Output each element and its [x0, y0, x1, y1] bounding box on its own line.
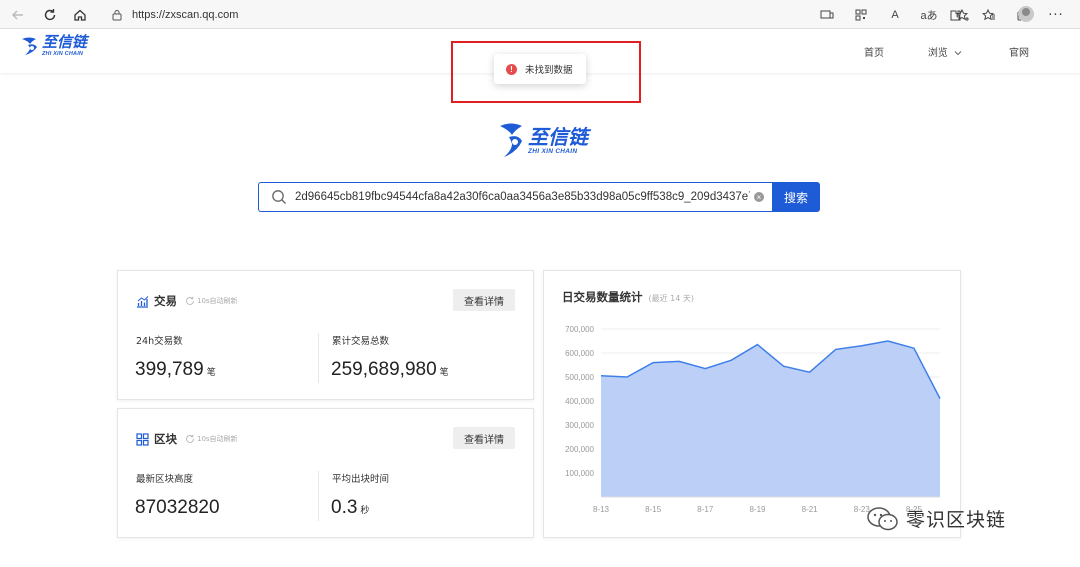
y-tick-label: 100,000: [565, 469, 594, 478]
blocks-card: 区块 10s自动刷新 查看详情 最新区块高度 87032820 平均出块时间 0…: [117, 408, 534, 538]
search-button[interactable]: 搜索: [772, 182, 820, 212]
blocks-grid-icon: [136, 432, 149, 446]
stat-unit: 笔: [206, 368, 216, 378]
x-tick-label: 8-19: [749, 505, 766, 514]
view-details-button[interactable]: 查看详情: [453, 427, 515, 449]
view-details-button[interactable]: 查看详情: [453, 289, 515, 311]
y-tick-label: 700,000: [565, 325, 594, 334]
reload-icon: [44, 9, 56, 21]
daily-tx-chart-card: 日交易数量统计 (最近 14 天) 100,000 200,000 300,000 4…: [543, 270, 961, 538]
search-bar: × 搜索: [258, 182, 820, 212]
x-tick-label: 8-13: [593, 505, 610, 514]
reload-button[interactable]: [40, 5, 60, 25]
refresh-label: 10s自动刷新: [197, 297, 238, 305]
home-icon: [74, 9, 86, 21]
home-button[interactable]: [70, 5, 90, 25]
stat-number: 399,789: [135, 359, 204, 380]
x-tick-label: 8-15: [645, 505, 662, 514]
favorites-icon[interactable]: [972, 5, 1006, 25]
immersive-reader-icon[interactable]: [810, 5, 844, 25]
y-tick-label: 500,000: [565, 373, 594, 382]
y-tick-label: 600,000: [565, 349, 594, 358]
x-tick-label: 8-17: [697, 505, 714, 514]
refresh-label: 10s自动刷新: [197, 435, 238, 443]
stat-number: 259,689,980: [331, 359, 437, 380]
y-tick-label: 400,000: [565, 397, 594, 406]
stat-label-total-tx: 累计交易总数: [332, 336, 390, 347]
clear-icon[interactable]: ×: [754, 192, 764, 202]
more-menu-icon[interactable]: ···: [1046, 5, 1066, 25]
site-logo[interactable]: 至信链 ZHI XIN CHAIN: [20, 34, 87, 57]
logo-subtitle: ZHI XIN CHAIN: [42, 51, 84, 57]
arrow-left-icon: [12, 10, 23, 20]
nav-browse-label: 浏览: [927, 48, 948, 59]
error-toast: ! 未找到数据: [494, 54, 586, 84]
stat-unit: 秒: [360, 506, 370, 516]
profile-avatar[interactable]: [1018, 6, 1034, 22]
refresh-icon: [186, 296, 194, 305]
area-chart: 100,000 200,000 300,000 400,000 500,000 600,0…: [565, 325, 941, 514]
search-icon: [272, 190, 286, 204]
stat-unit: 笔: [439, 368, 449, 378]
extensions-icon[interactable]: [938, 5, 972, 25]
zhixin-logo-icon: [500, 123, 522, 157]
divider: [318, 333, 319, 383]
zhixin-logo-icon: [22, 37, 37, 55]
auto-refresh-indicator: 10s自动刷新: [185, 434, 238, 444]
search-input[interactable]: [295, 191, 750, 203]
auto-refresh-indicator: 10s自动刷新: [185, 296, 238, 306]
stat-value-total-tx: 259,689,980 笔: [331, 359, 449, 381]
refresh-icon: [186, 434, 194, 443]
logo-title: 至信链: [42, 33, 88, 51]
qr-code-icon[interactable]: [844, 5, 878, 25]
card-header: 交易 10s自动刷新: [136, 293, 238, 309]
address-bar[interactable]: https://zxscan.qq.com: [100, 5, 760, 25]
card-title: 交易: [154, 294, 177, 308]
x-tick-label: 8-21: [802, 505, 819, 514]
stat-value-block-time: 0.3 秒: [331, 497, 369, 519]
wechat-watermark: 零识区块链: [866, 505, 1006, 532]
browser-toolbar: https://zxscan.qq.com A aあ ···: [0, 0, 1080, 29]
url-text: https://zxscan.qq.com: [132, 9, 239, 21]
stat-label-24h-tx: 24h交易数: [136, 336, 183, 347]
transactions-card: 交易 10s自动刷新 查看详情 24h交易数 399,789 笔 累计交易总数 2…: [117, 270, 534, 400]
stat-number: 0.3: [331, 497, 358, 518]
chevron-down-icon: [954, 51, 962, 56]
hero-logo-title: 至信链: [528, 124, 588, 149]
divider: [318, 471, 319, 521]
nav-home[interactable]: 首页: [864, 44, 884, 59]
stat-value-block-height: 87032820: [135, 497, 220, 518]
stat-value-24h-tx: 399,789 笔: [135, 359, 216, 381]
search-field: ×: [258, 182, 772, 212]
watermark-text: 零识区块链: [906, 509, 1007, 531]
error-icon: !: [506, 63, 517, 75]
card-title: 区块: [154, 432, 177, 446]
read-aloud-icon[interactable]: A: [878, 5, 912, 25]
wechat-icon: [867, 506, 898, 530]
chart-up-icon: [137, 295, 149, 308]
y-tick-label: 200,000: [565, 445, 594, 454]
hero-logo: 至信链 ZHI XIN CHAIN: [498, 120, 588, 160]
nav-official-site[interactable]: 官网: [1009, 44, 1029, 59]
back-button[interactable]: [8, 5, 28, 25]
series-area: [601, 341, 940, 497]
stat-label-block-height: 最新区块高度: [136, 474, 194, 485]
toast-message: 未找到数据: [525, 65, 573, 76]
y-tick-label: 300,000: [565, 421, 594, 430]
stat-label-block-time: 平均出块时间: [332, 474, 390, 485]
lock-icon: [110, 8, 124, 22]
nav-browse[interactable]: 浏览: [928, 44, 962, 59]
hero-logo-subtitle: ZHI XIN CHAIN: [528, 147, 578, 155]
card-header: 区块 10s自动刷新: [136, 431, 238, 447]
